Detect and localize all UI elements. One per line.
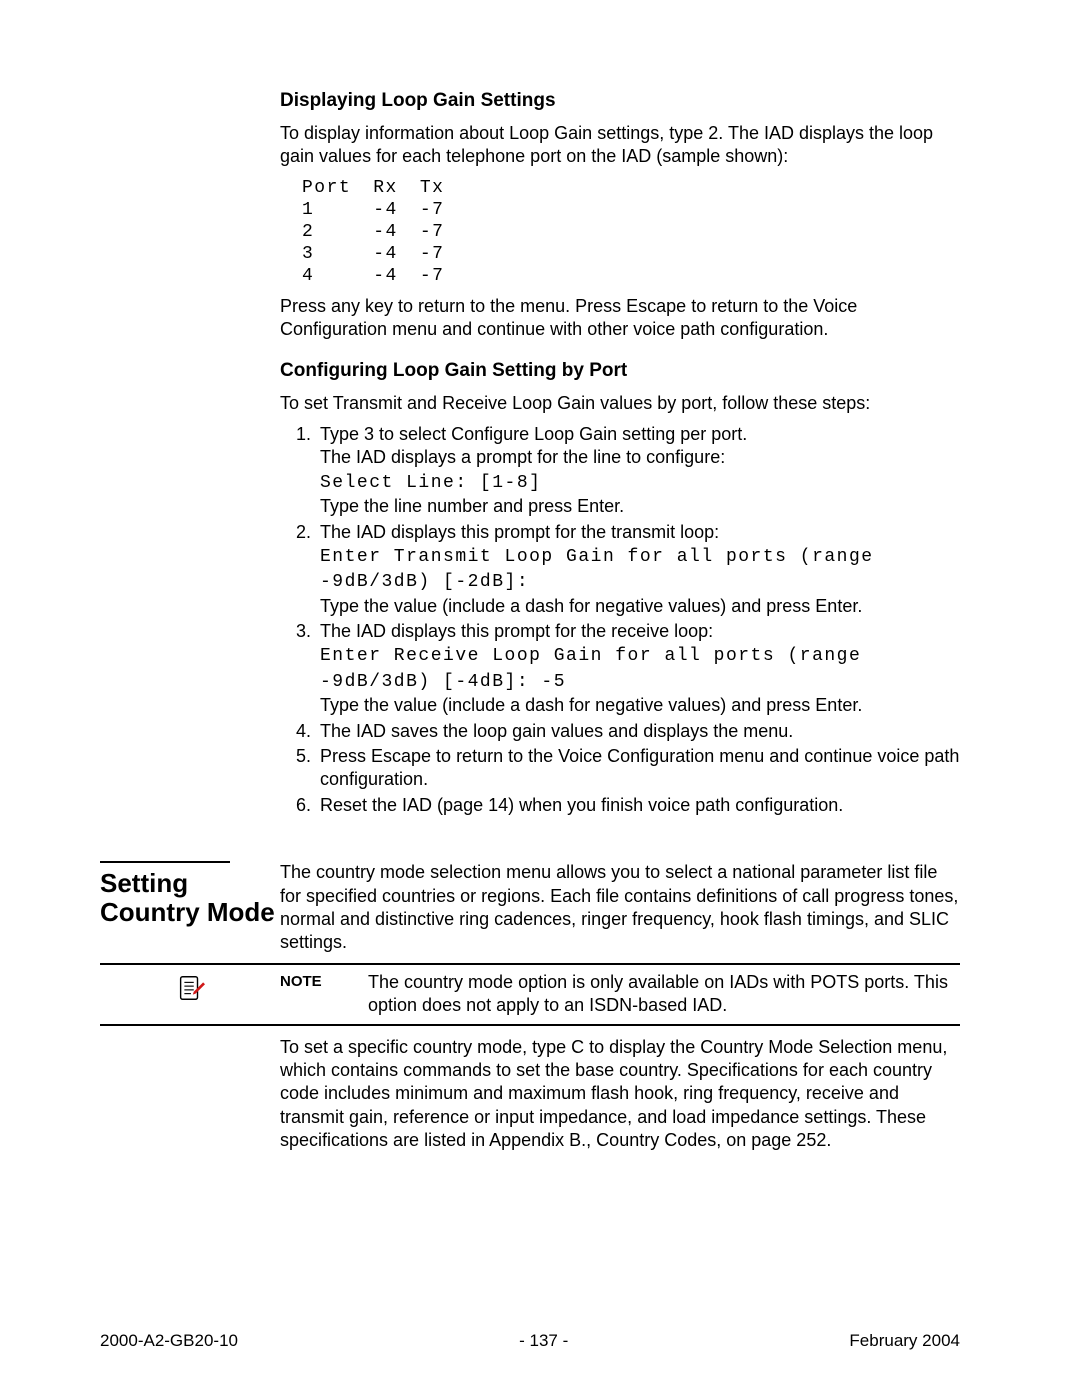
page-footer: 2000-A2-GB20-10 - 137 - February 2004 bbox=[100, 1331, 960, 1351]
list-item: The IAD saves the loop gain values and d… bbox=[316, 720, 960, 743]
paragraph: To set a specific country mode, type C t… bbox=[280, 1036, 960, 1153]
footer-doc-id: 2000-A2-GB20-10 bbox=[100, 1331, 238, 1351]
paragraph: To display information about Loop Gain s… bbox=[280, 122, 960, 169]
step-text: Type the value (include a dash for negat… bbox=[320, 695, 862, 715]
table-row: 1-4-7 bbox=[302, 199, 466, 221]
table-row: 3-4-7 bbox=[302, 243, 466, 265]
steps-list: Type 3 to select Configure Loop Gain set… bbox=[280, 423, 960, 817]
footer-page-number: - 137 - bbox=[519, 1331, 568, 1351]
col-tx: Tx bbox=[420, 177, 467, 199]
terminal-prompt: Enter Receive Loop Gain for all ports (r… bbox=[320, 646, 861, 691]
step-text: Type the line number and press Enter. bbox=[320, 496, 624, 516]
paragraph: The country mode selection menu allows y… bbox=[280, 861, 960, 955]
list-item: The IAD displays this prompt for the tra… bbox=[316, 521, 960, 619]
heading-configuring-loop-gain: Configuring Loop Gain Setting by Port bbox=[280, 360, 960, 382]
note-block: NOTE The country mode option is only ava… bbox=[100, 963, 960, 1026]
note-label: NOTE bbox=[280, 971, 368, 990]
port-gain-table: Port Rx Tx 1-4-7 2-4-7 3-4-7 4-4-7 bbox=[302, 177, 466, 287]
heading-displaying-loop-gain: Displaying Loop Gain Settings bbox=[280, 90, 960, 112]
terminal-prompt: Select Line: [1-8] bbox=[320, 473, 541, 493]
table-row: Port Rx Tx bbox=[302, 177, 466, 199]
paragraph: Press any key to return to the menu. Pre… bbox=[280, 295, 960, 342]
step-text: Type 3 to select Configure Loop Gain set… bbox=[320, 424, 747, 444]
list-item: Press Escape to return to the Voice Conf… bbox=[316, 745, 960, 792]
note-text: The country mode option is only availabl… bbox=[368, 971, 960, 1018]
side-rule bbox=[100, 861, 230, 863]
col-port: Port bbox=[302, 177, 373, 199]
step-text: The IAD displays this prompt for the tra… bbox=[320, 522, 719, 542]
list-item: Reset the IAD (page 14) when you finish … bbox=[316, 794, 960, 817]
paragraph: To set Transmit and Receive Loop Gain va… bbox=[280, 392, 960, 415]
list-item: The IAD displays this prompt for the rec… bbox=[316, 620, 960, 718]
list-item: Type 3 to select Configure Loop Gain set… bbox=[316, 423, 960, 519]
side-heading-country-mode: Setting Country Mode bbox=[100, 869, 280, 926]
note-icon bbox=[175, 973, 205, 1008]
step-text: Type the value (include a dash for negat… bbox=[320, 596, 862, 616]
terminal-prompt: Enter Transmit Loop Gain for all ports (… bbox=[320, 547, 874, 592]
col-rx: Rx bbox=[373, 177, 420, 199]
step-text: The IAD displays a prompt for the line t… bbox=[320, 447, 725, 467]
table-row: 4-4-7 bbox=[302, 265, 466, 287]
step-text: The IAD displays this prompt for the rec… bbox=[320, 621, 713, 641]
table-row: 2-4-7 bbox=[302, 221, 466, 243]
footer-date: February 2004 bbox=[849, 1331, 960, 1351]
